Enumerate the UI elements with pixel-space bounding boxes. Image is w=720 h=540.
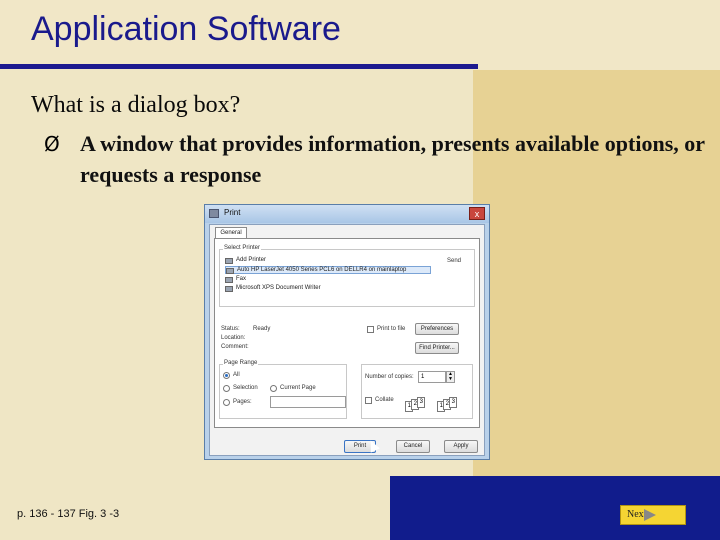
print-dialog: Print x General Select Printer Add Print… bbox=[204, 204, 490, 460]
slide-title: Application Software bbox=[31, 10, 341, 48]
figure-reference: p. 136 - 137 Fig. 3 -3 bbox=[17, 508, 120, 520]
copies-label: Number of copies: bbox=[365, 374, 414, 380]
printer-item-selected[interactable]: Auto HP LaserJet 4050 Series PCL6 on DEL… bbox=[225, 266, 431, 274]
copies-stepper[interactable]: ▲ ▼ bbox=[446, 371, 455, 383]
printer-item-label: Fax bbox=[236, 276, 247, 282]
pages-input[interactable] bbox=[270, 396, 346, 408]
printer-item[interactable]: Add Printer bbox=[225, 257, 267, 264]
find-printer-button[interactable]: Find Printer... bbox=[415, 342, 459, 354]
cancel-button[interactable]: Cancel bbox=[396, 440, 430, 453]
collate-illustration: 123 bbox=[405, 397, 427, 413]
dialog-titlebar: Print x bbox=[205, 205, 489, 223]
printer-icon bbox=[225, 286, 233, 292]
general-tab-panel: Select Printer Add Printer Auto HP Laser… bbox=[214, 238, 480, 428]
next-arrow-icon bbox=[644, 509, 656, 521]
range-pages-label: Pages: bbox=[233, 399, 252, 405]
collate-checkbox[interactable] bbox=[365, 397, 372, 404]
close-icon[interactable]: x bbox=[469, 207, 485, 220]
printer-item-label: Add Printer bbox=[236, 257, 267, 263]
select-printer-label: Select Printer bbox=[223, 245, 262, 251]
dialog-body: General Select Printer Add Printer Auto … bbox=[209, 224, 485, 456]
location-label: Location: bbox=[221, 335, 246, 341]
status-label: Status: bbox=[221, 326, 240, 332]
printer-item-label: Auto HP LaserJet 4050 Series PCL6 on DEL… bbox=[237, 267, 407, 273]
preferences-button[interactable]: Preferences bbox=[415, 323, 459, 335]
apply-button[interactable]: Apply bbox=[444, 440, 478, 453]
range-current-label: Current Page bbox=[280, 385, 316, 391]
page-range-label: Page Range bbox=[223, 360, 259, 366]
range-selection-label: Selection bbox=[233, 385, 258, 391]
print-to-file-label: Print to file bbox=[377, 326, 406, 332]
range-current-radio[interactable] bbox=[270, 385, 277, 392]
status-value: Ready bbox=[253, 326, 271, 332]
range-all-label: All bbox=[233, 372, 240, 378]
question-text: What is a dialog box? bbox=[31, 92, 241, 118]
printer-icon bbox=[226, 268, 234, 274]
range-all-radio[interactable] bbox=[223, 372, 230, 379]
fax-icon bbox=[225, 277, 233, 283]
collate-label: Collate bbox=[375, 397, 394, 403]
printer-list: Add Printer Auto HP LaserJet 4050 Series… bbox=[225, 257, 431, 295]
printer-side-label: Send bbox=[447, 258, 462, 264]
range-selection-radio[interactable] bbox=[223, 385, 230, 392]
copies-input[interactable]: 1 bbox=[418, 371, 446, 383]
printer-item-label: Microsoft XPS Document Writer bbox=[236, 285, 321, 291]
print-to-file-checkbox[interactable] bbox=[367, 326, 374, 333]
printer-icon bbox=[225, 258, 233, 264]
comment-label: Comment: bbox=[221, 344, 249, 350]
bullet-arrow-icon: Ø bbox=[44, 132, 60, 156]
printer-item[interactable]: Fax bbox=[225, 276, 247, 283]
dialog-title: Print bbox=[224, 208, 241, 217]
printer-icon bbox=[209, 209, 219, 218]
collate-illustration: 123 bbox=[437, 397, 459, 413]
bullet-text: A window that provides information, pres… bbox=[80, 131, 705, 187]
printer-item[interactable]: Microsoft XPS Document Writer bbox=[225, 285, 321, 292]
title-underline bbox=[0, 64, 478, 69]
range-pages-radio[interactable] bbox=[223, 399, 230, 406]
